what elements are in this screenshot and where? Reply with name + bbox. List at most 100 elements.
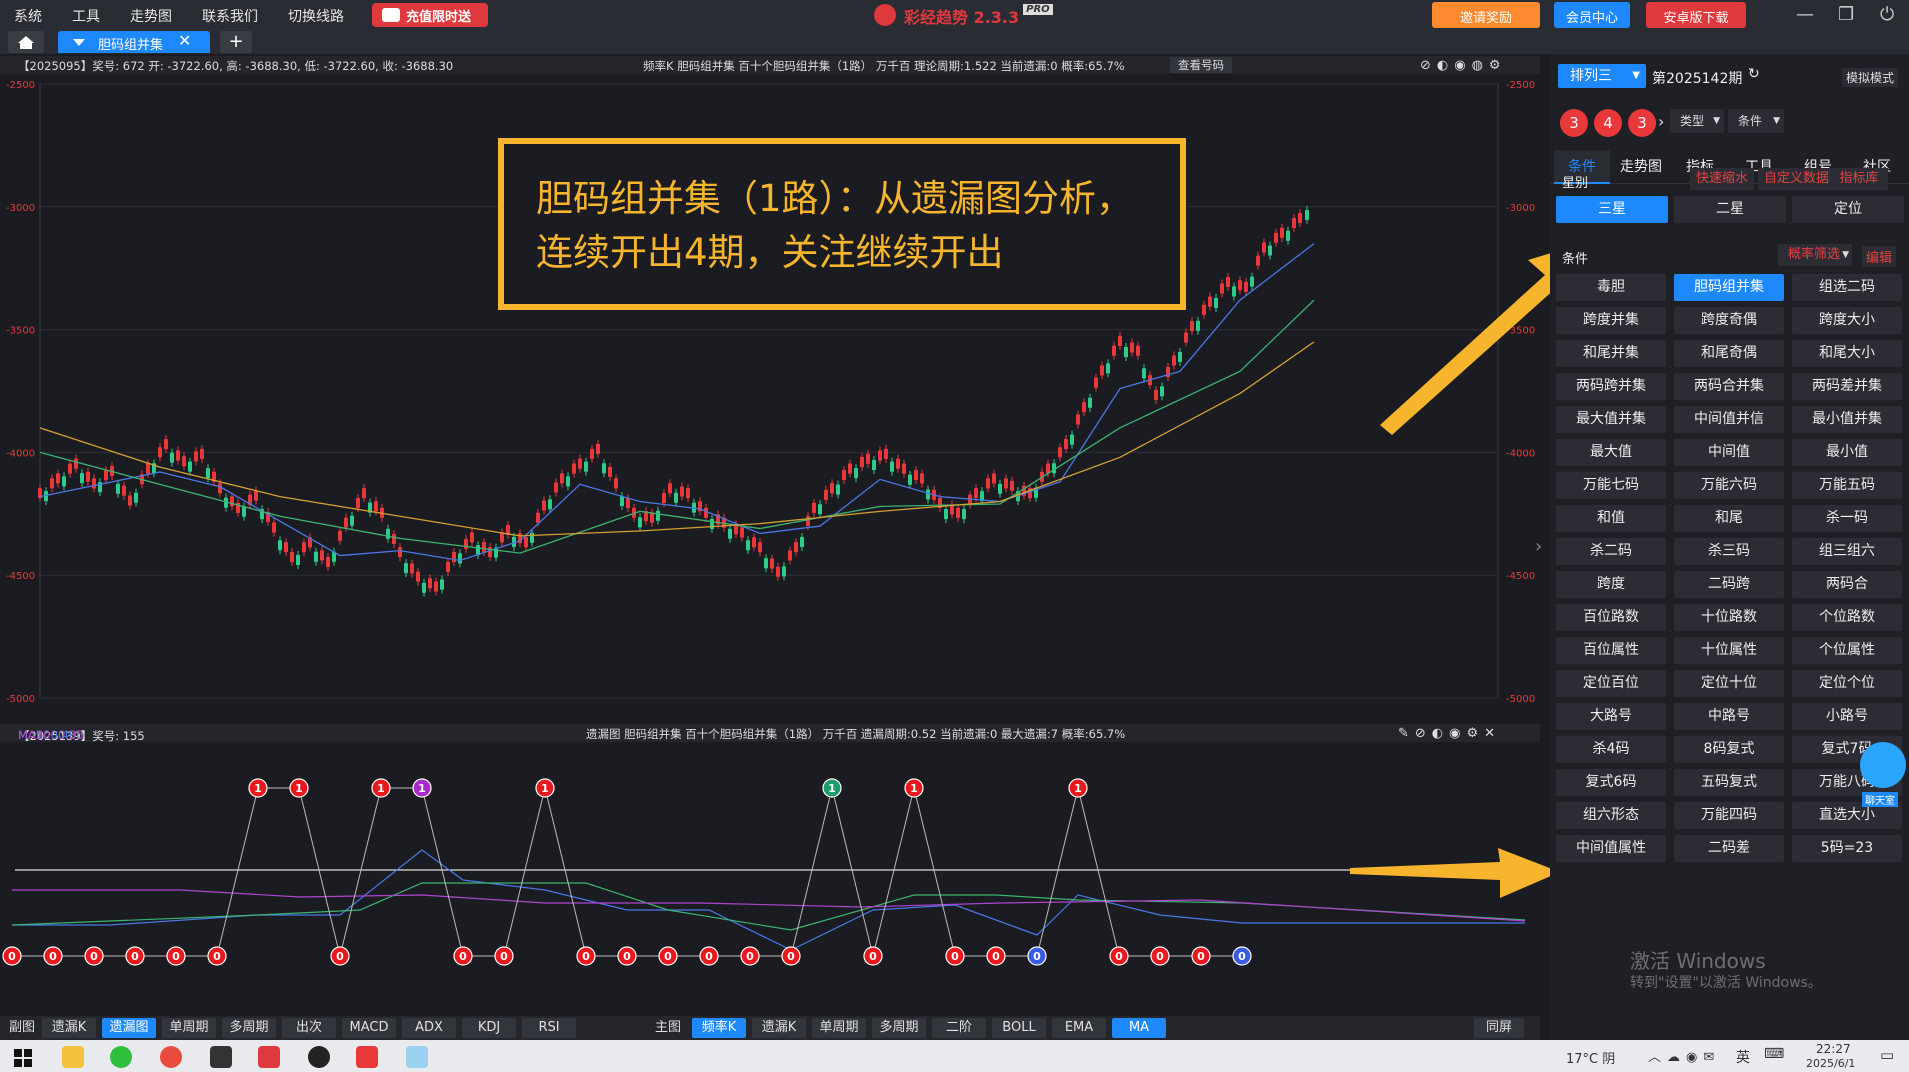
restore-icon[interactable]: ❐	[1838, 4, 1854, 25]
home-button[interactable]	[8, 31, 44, 53]
condition-item[interactable]: 定位个位	[1792, 670, 1902, 697]
menu-contact[interactable]: 联系我们	[202, 6, 258, 26]
star-option-2[interactable]: 定位	[1792, 196, 1904, 223]
condition-item[interactable]: 杀三码	[1674, 538, 1784, 565]
condition-item[interactable]: 百位路数	[1556, 604, 1666, 631]
member-button[interactable]: 会员中心	[1554, 2, 1630, 28]
condition-item[interactable]: 杀一码	[1792, 505, 1902, 532]
condition-item[interactable]: 最大值	[1556, 439, 1666, 466]
promo-button[interactable]: 充值限时送	[372, 3, 488, 27]
power-icon[interactable]: ⏻	[1880, 4, 1894, 25]
condition-item[interactable]: 万能五码	[1792, 472, 1902, 499]
condition-item[interactable]: 跨度奇偶	[1674, 307, 1784, 334]
condition-item[interactable]: 二码差	[1674, 835, 1784, 862]
subchart-tab-1[interactable]: 遗漏图	[102, 1018, 156, 1038]
condition-item[interactable]: 两码跨并集	[1556, 373, 1666, 400]
mainchart-tab-3[interactable]: 多周期	[872, 1018, 926, 1038]
condition-item[interactable]: 组六形态	[1556, 802, 1666, 829]
subchart-tab-2[interactable]: 单周期	[162, 1018, 216, 1038]
condition-item[interactable]: 十位属性	[1674, 637, 1784, 664]
condition-item[interactable]: 中间值并信	[1674, 406, 1784, 433]
condition-item[interactable]: 两码差并集	[1792, 373, 1902, 400]
refresh-icon[interactable]: ↻	[1748, 66, 1760, 82]
condition-item[interactable]: 组选二码	[1792, 274, 1902, 301]
mainchart-tab-4[interactable]: 二阶	[932, 1018, 986, 1038]
qq-icon[interactable]	[308, 1046, 330, 1068]
star-option-0[interactable]: 三星	[1556, 196, 1668, 223]
star-link-1[interactable]: 自定义数据	[1758, 168, 1830, 190]
star-option-1[interactable]: 二星	[1674, 196, 1786, 223]
condition-item[interactable]: 跨度并集	[1556, 307, 1666, 334]
condition-item[interactable]: 万能六码	[1674, 472, 1784, 499]
file-explorer-icon[interactable]	[62, 1046, 84, 1068]
star-link-2[interactable]: 指标库	[1830, 168, 1888, 190]
chat-label[interactable]: 聊天室	[1862, 792, 1898, 807]
condition-item[interactable]: 毒胆	[1556, 274, 1666, 301]
mainchart-tab-1[interactable]: 遗漏K	[752, 1018, 806, 1038]
condition-item[interactable]: 胆码组并集	[1674, 274, 1784, 301]
subchart-tab-8[interactable]: RSI	[522, 1018, 576, 1038]
condition-item[interactable]: 最大值并集	[1556, 406, 1666, 433]
condition-item[interactable]: 大路号	[1556, 703, 1666, 730]
ime-indicator[interactable]: 英	[1736, 1047, 1750, 1067]
mainchart-tab-0[interactable]: 频率K	[692, 1018, 746, 1038]
condition-item[interactable]: 复式6码	[1556, 769, 1666, 796]
type-select[interactable]: 类型 ▼	[1670, 109, 1724, 133]
sub-chart-tools-icons[interactable]: ✎⊘◐◉⚙✕	[1398, 726, 1501, 741]
menu-system[interactable]: 系统	[14, 6, 42, 26]
condition-item[interactable]: 跨度大小	[1792, 307, 1902, 334]
menu-trend[interactable]: 走势图	[130, 6, 172, 26]
tab-close-icon[interactable]: ✕	[178, 31, 191, 50]
mainchart-tab-6[interactable]: EMA	[1052, 1018, 1106, 1038]
subchart-tab-3[interactable]: 多周期	[222, 1018, 276, 1038]
condition-item[interactable]: 万能七码	[1556, 472, 1666, 499]
condition-item[interactable]: 二码跨	[1674, 571, 1784, 598]
condition-item[interactable]: 万能四码	[1674, 802, 1784, 829]
menu-tools[interactable]: 工具	[72, 6, 100, 26]
condition-item[interactable]: 最小值	[1792, 439, 1902, 466]
condition-item[interactable]: 百位属性	[1556, 637, 1666, 664]
sim-mode-button[interactable]: 模拟模式	[1842, 68, 1899, 87]
invite-button[interactable]: 邀请奖励	[1432, 2, 1540, 28]
chat-bubble-icon[interactable]	[1860, 742, 1906, 788]
condition-item[interactable]: 十位路数	[1674, 604, 1784, 631]
condition-item[interactable]: 定位十位	[1674, 670, 1784, 697]
android-download-button[interactable]: 安卓版下载	[1646, 2, 1746, 28]
chart-tools-icons[interactable]: ⊘◐◉◍⚙	[1420, 58, 1507, 73]
windows-start-icon[interactable]	[14, 1049, 32, 1067]
subchart-tab-6[interactable]: ADX	[402, 1018, 456, 1038]
tab-active[interactable]: 胆码组并集 ✕	[58, 31, 210, 53]
subchart-tab-4[interactable]: 出次	[282, 1018, 336, 1038]
condition-item[interactable]: 个位属性	[1792, 637, 1902, 664]
mainchart-tab-2[interactable]: 单周期	[812, 1018, 866, 1038]
tray-icons[interactable]: ︿☁◉✉	[1648, 1046, 1720, 1065]
condition-item[interactable]: 和尾并集	[1556, 340, 1666, 367]
condition-item[interactable]: 5码=23	[1792, 835, 1902, 862]
subchart-tab-0[interactable]: 遗漏K	[42, 1018, 96, 1038]
chrome-icon[interactable]	[160, 1046, 182, 1068]
chevron-right-icon[interactable]: ›	[1658, 112, 1664, 131]
condition-item[interactable]: 8码复式	[1674, 736, 1784, 763]
edit-button[interactable]: 编辑	[1862, 246, 1897, 267]
condition-select[interactable]: 条件 ▼	[1728, 109, 1784, 133]
same-screen-button[interactable]: 同屏	[1474, 1018, 1524, 1038]
condition-item[interactable]: 和尾大小	[1792, 340, 1902, 367]
condition-item[interactable]: 定位百位	[1556, 670, 1666, 697]
minimize-icon[interactable]: —	[1796, 4, 1814, 25]
wps-icon[interactable]	[356, 1046, 378, 1068]
prob-filter-select[interactable]: 概率筛选 ▼	[1778, 244, 1852, 266]
condition-item[interactable]: 最小值并集	[1792, 406, 1902, 433]
condition-item[interactable]: 杀4码	[1556, 736, 1666, 763]
condition-item[interactable]: 中路号	[1674, 703, 1784, 730]
condition-item[interactable]: 五码复式	[1674, 769, 1784, 796]
condition-item[interactable]: 和值	[1556, 505, 1666, 532]
condition-item[interactable]: 小路号	[1792, 703, 1902, 730]
condition-item[interactable]: 中间值属性	[1556, 835, 1666, 862]
mainchart-tab-5[interactable]: BOLL	[992, 1018, 1046, 1038]
wechat-icon[interactable]	[110, 1046, 132, 1068]
panel-toggle-icon[interactable]: ›	[1535, 536, 1542, 557]
condition-item[interactable]: 个位路数	[1792, 604, 1902, 631]
notification-icon[interactable]: ▭	[1880, 1046, 1894, 1064]
lottery-select[interactable]: 排列三 ▼	[1558, 64, 1646, 88]
condition-item[interactable]: 两码合并集	[1674, 373, 1784, 400]
